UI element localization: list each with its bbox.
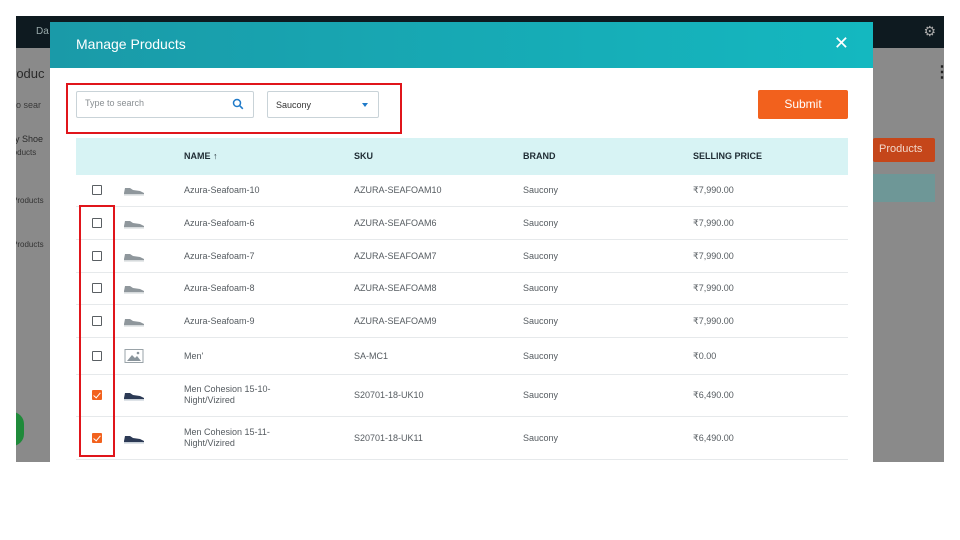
background-bar — [873, 174, 935, 202]
gear-icon[interactable]: ⚙ — [923, 23, 936, 40]
product-price: ₹6,490.00 — [693, 390, 734, 400]
table-row[interactable]: Azura-Seafoam-6 AZURA-SEAFOAM6 Saucony ₹7,9… — [76, 207, 848, 240]
background-side-item: roducts — [16, 148, 37, 157]
product-name: Men Cohesion 15-11-Night/Vizired — [184, 427, 270, 448]
row-checkbox[interactable] — [92, 185, 102, 195]
shoe-thumbnail — [124, 319, 144, 327]
image-placeholder-icon — [124, 349, 144, 363]
row-checkbox[interactable] — [92, 351, 102, 361]
modal-title: Manage Products — [76, 36, 186, 52]
product-price: ₹7,990.00 — [693, 283, 734, 293]
table-body: Azura-Seafoam-10 AZURA-SEAFOAM10 Saucony ₹7… — [76, 175, 848, 460]
product-name: Azura-Seafoam-10 — [184, 185, 260, 195]
product-brand: Saucony — [523, 433, 559, 443]
product-sku: AZURA-SEAFOAM6 — [354, 218, 437, 228]
more-options-icon[interactable]: ⋮ — [934, 62, 944, 82]
table-row[interactable]: Azura-Seafoam-7 AZURA-SEAFOAM7 Saucony ₹7,9… — [76, 240, 848, 273]
shoe-thumbnail — [124, 221, 144, 229]
table-row[interactable]: Men' SA-MC1 Saucony ₹0.00 — [76, 338, 848, 375]
product-price: ₹0.00 — [693, 351, 717, 361]
product-sku: AZURA-SEAFOAM9 — [354, 316, 437, 326]
row-checkbox[interactable] — [92, 433, 102, 443]
manage-products-modal: Manage Products ✕ Saucony Submit NAME ↑ … — [50, 22, 873, 462]
row-checkbox[interactable] — [92, 316, 102, 326]
product-name: Azura-Seafoam-9 — [184, 316, 255, 326]
product-name: Men' — [184, 351, 204, 361]
chevron-down-icon — [362, 103, 368, 107]
product-name: Men Cohesion 15-10-Night/Vizired — [184, 384, 271, 405]
column-header-selling-price[interactable]: SELLING PRICE — [693, 151, 762, 161]
row-checkbox[interactable] — [92, 251, 102, 261]
column-header-name[interactable]: NAME ↑ — [184, 151, 218, 161]
background-page-title: roduc — [16, 66, 45, 81]
table-row[interactable]: Azura-Seafoam-8 AZURA-SEAFOAM8 Saucony ₹7,9… — [76, 273, 848, 305]
product-sku: S20701-18-UK10 — [354, 390, 424, 400]
product-brand: Saucony — [523, 185, 559, 195]
background-products-button: Products — [873, 138, 935, 162]
shoe-thumbnail — [124, 254, 144, 262]
row-checkbox[interactable] — [92, 390, 102, 400]
product-sku: AZURA-SEAFOAM8 — [354, 283, 437, 293]
row-checkbox[interactable] — [92, 283, 102, 293]
brand-select-value: Saucony — [276, 100, 312, 110]
chat-fab-button[interactable] — [16, 412, 24, 446]
product-sku: S20701-18-UK11 — [354, 433, 423, 443]
product-price: ₹7,990.00 — [693, 316, 734, 326]
background-search-hint: e to sear — [16, 100, 42, 110]
background-sidebar: roduc e to sear ny Shoe roducts Products… — [16, 48, 50, 462]
background-company: ny Shoe — [16, 134, 44, 144]
product-sku: SA-MC1 — [354, 351, 389, 361]
product-brand: Saucony — [523, 218, 559, 228]
topbar-text: Da — [36, 26, 49, 37]
product-price: ₹7,990.00 — [693, 185, 734, 195]
product-sku: AZURA-SEAFOAM10 — [354, 185, 442, 195]
product-name: Azura-Seafoam-7 — [184, 251, 255, 261]
product-name: Azura-Seafoam-8 — [184, 283, 255, 293]
row-checkbox[interactable] — [92, 218, 102, 228]
product-brand: Saucony — [523, 251, 559, 261]
product-price: ₹7,990.00 — [693, 218, 734, 228]
modal-header: Manage Products ✕ — [50, 22, 873, 68]
product-brand: Saucony — [523, 390, 559, 400]
column-header-brand[interactable]: BRAND — [523, 151, 556, 161]
background-side-item: Products — [16, 196, 44, 205]
table-row[interactable]: Azura-Seafoam-10 AZURA-SEAFOAM10 Saucony ₹7… — [76, 175, 848, 207]
product-brand: Saucony — [523, 283, 559, 293]
product-price: ₹7,990.00 — [693, 251, 734, 261]
shoe-thumbnail — [124, 188, 144, 196]
table-row[interactable]: Men Cohesion 15-10-Night/Vizired S20701-1… — [76, 375, 848, 417]
search-field[interactable] — [76, 91, 254, 118]
table-row[interactable]: Men Cohesion 15-11-Night/Vizired S20701-1… — [76, 417, 848, 460]
background-side-item: Products — [16, 240, 44, 249]
shoe-thumbnail — [124, 436, 144, 444]
search-input[interactable] — [85, 98, 225, 108]
shoe-thumbnail — [124, 286, 144, 294]
submit-button[interactable]: Submit — [758, 90, 848, 119]
product-name: Azura-Seafoam-6 — [184, 218, 255, 228]
product-price: ₹6,490.00 — [693, 433, 734, 443]
brand-select[interactable]: Saucony — [267, 91, 379, 118]
column-header-sku[interactable]: SKU — [354, 151, 373, 161]
products-table: NAME ↑ SKU BRAND SELLING PRICE Azura-Sea… — [76, 138, 848, 460]
product-brand: Saucony — [523, 316, 559, 326]
product-sku: AZURA-SEAFOAM7 — [354, 251, 437, 261]
table-row[interactable]: Azura-Seafoam-9 AZURA-SEAFOAM9 Saucony ₹7,9… — [76, 305, 848, 338]
shoe-thumbnail — [124, 393, 144, 401]
product-brand: Saucony — [523, 351, 559, 361]
search-icon[interactable] — [232, 98, 244, 110]
close-icon[interactable]: ✕ — [834, 33, 849, 54]
table-header: NAME ↑ SKU BRAND SELLING PRICE — [76, 138, 848, 175]
